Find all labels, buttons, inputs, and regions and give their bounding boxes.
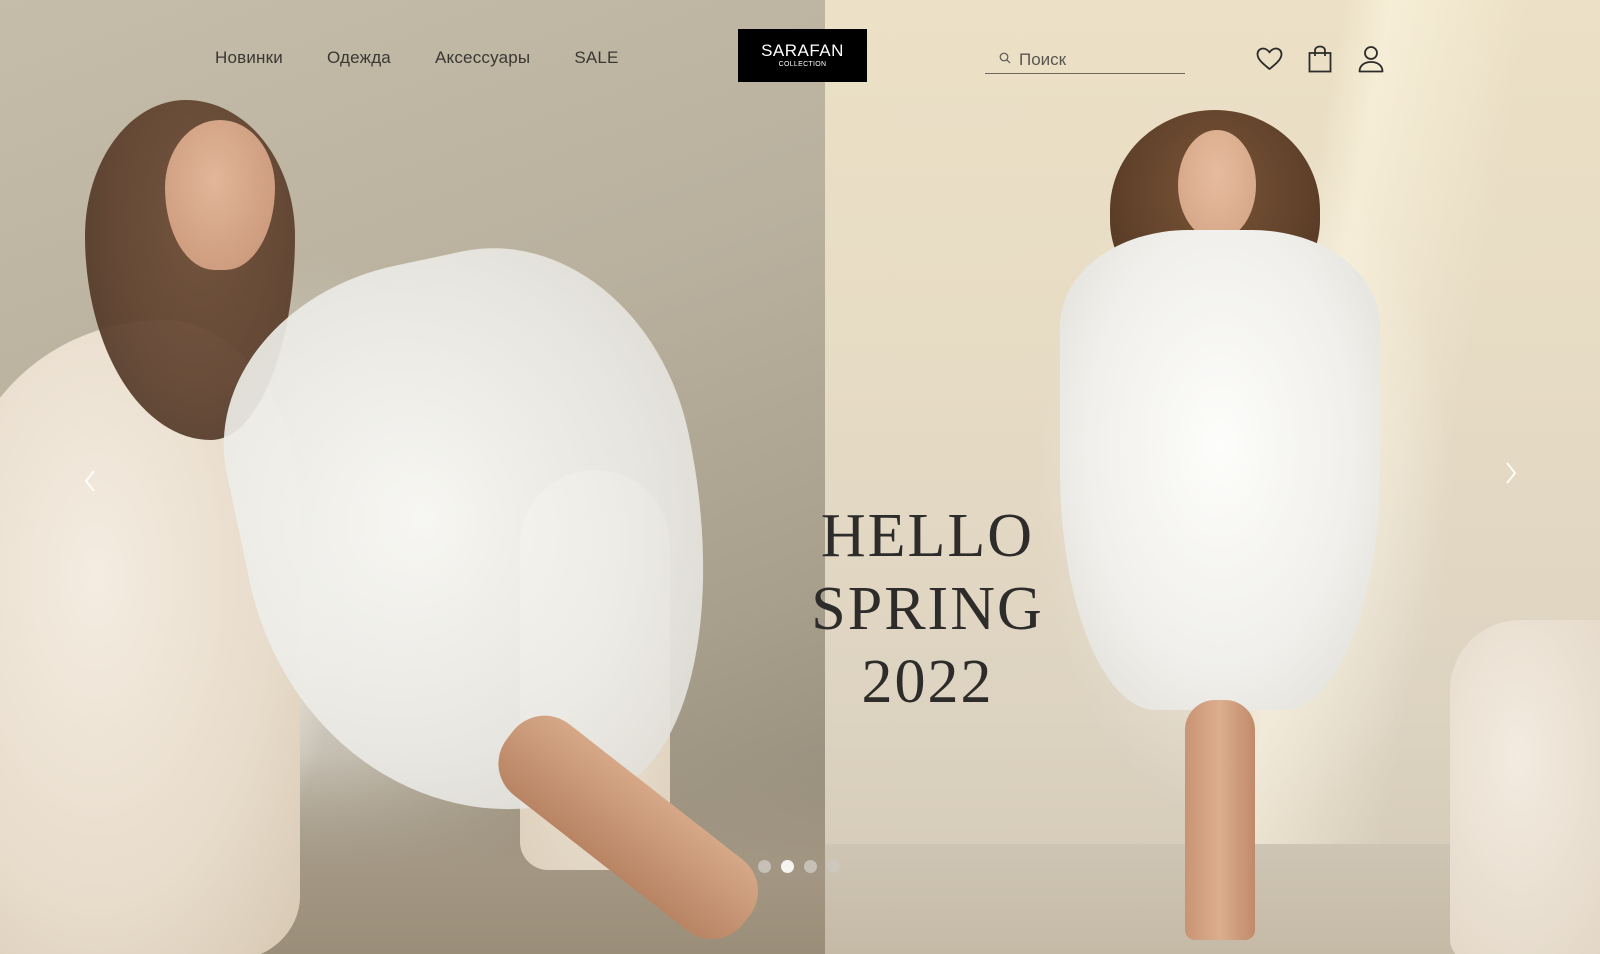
slider-dot-1[interactable] (758, 860, 771, 873)
slider-dot-2[interactable] (781, 860, 794, 873)
slider-prev-arrow[interactable] (75, 466, 105, 496)
chevron-right-icon (1506, 462, 1517, 484)
model-left-face (165, 120, 275, 270)
model-right-face (1178, 130, 1256, 240)
site-header: Новинки Одежда Аксессуары SALE SARAFAN C… (0, 0, 1600, 120)
chevron-left-icon (84, 470, 95, 492)
slider-next-arrow[interactable] (1496, 458, 1526, 488)
main-nav: Новинки Одежда Аксессуары SALE (215, 48, 619, 68)
logo-subtext: COLLECTION (778, 61, 827, 68)
heart-icon[interactable] (1255, 44, 1283, 74)
slider-dots (758, 860, 840, 873)
hero-banner: Новинки Одежда Аксессуары SALE SARAFAN C… (0, 0, 1600, 954)
nav-item-accessories[interactable]: Аксессуары (435, 48, 530, 68)
logo-text: SARAFAN (761, 41, 844, 60)
search-input[interactable] (1019, 49, 1169, 70)
nav-item-new[interactable]: Новинки (215, 48, 283, 68)
user-icon[interactable] (1357, 44, 1385, 74)
shopping-bag-icon[interactable] (1306, 44, 1334, 74)
slider-dot-4[interactable] (827, 860, 840, 873)
logo[interactable]: SARAFAN COLLECTION (738, 29, 867, 82)
model-right-legs (1185, 700, 1255, 940)
header-icons (1255, 44, 1385, 74)
armchair-right (1450, 620, 1600, 954)
nav-item-sale[interactable]: SALE (574, 48, 618, 68)
hero-title-line2: 2022 (861, 648, 994, 716)
slider-dot-3[interactable] (804, 860, 817, 873)
hero-title-line1: HELLO SPRING (811, 502, 1044, 643)
hero-title: HELLO SPRING 2022 (700, 500, 1155, 719)
search-icon (999, 51, 1011, 69)
nav-item-clothing[interactable]: Одежда (327, 48, 391, 68)
search-field (985, 46, 1185, 74)
